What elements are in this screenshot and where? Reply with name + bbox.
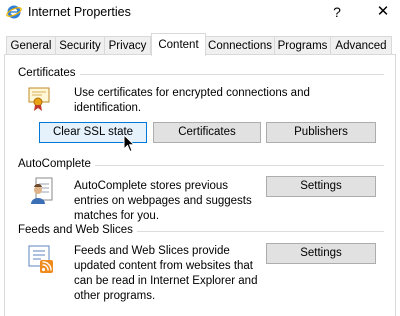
certificates-group-heading: Certificates	[18, 67, 80, 79]
title-bar: Internet Properties ? ✕	[0, 0, 400, 26]
rss-feed-icon	[28, 245, 53, 273]
autocomplete-settings-button[interactable]: Settings	[266, 176, 376, 197]
mouse-pointer-icon	[123, 134, 135, 153]
close-button[interactable]: ✕	[368, 1, 398, 23]
window-title: Internet Properties	[28, 5, 131, 19]
internet-explorer-icon	[6, 5, 22, 19]
tab-connections[interactable]: Connections	[205, 36, 275, 54]
feeds-settings-button[interactable]: Settings	[266, 243, 376, 264]
autocomplete-description: AutoComplete stores previous entries on …	[74, 180, 252, 222]
user-form-icon	[31, 177, 53, 204]
tab-advanced[interactable]: Advanced	[330, 36, 392, 54]
tab-strip: General Security Privacy Content Connect…	[0, 33, 400, 56]
internet-properties-window: Internet Properties ? ✕ General Security…	[0, 0, 400, 316]
certificates-button[interactable]: Certificates	[153, 122, 261, 143]
tab-programs[interactable]: Programs	[274, 36, 331, 54]
certificate-icon	[28, 87, 50, 111]
tab-content[interactable]: Content	[151, 33, 206, 56]
autocomplete-group-heading: AutoComplete	[18, 158, 95, 170]
certificates-description: Use certificates for encrypted connectio…	[74, 87, 310, 114]
feeds-group-heading: Feeds and Web Slices	[18, 224, 137, 236]
help-button[interactable]: ?	[322, 1, 352, 23]
tab-security[interactable]: Security	[55, 36, 105, 54]
publishers-button[interactable]: Publishers	[266, 122, 376, 143]
tab-general[interactable]: General	[6, 36, 56, 54]
tab-privacy[interactable]: Privacy	[104, 36, 151, 54]
feeds-description: Feeds and Web Slices provide updated con…	[74, 245, 258, 302]
